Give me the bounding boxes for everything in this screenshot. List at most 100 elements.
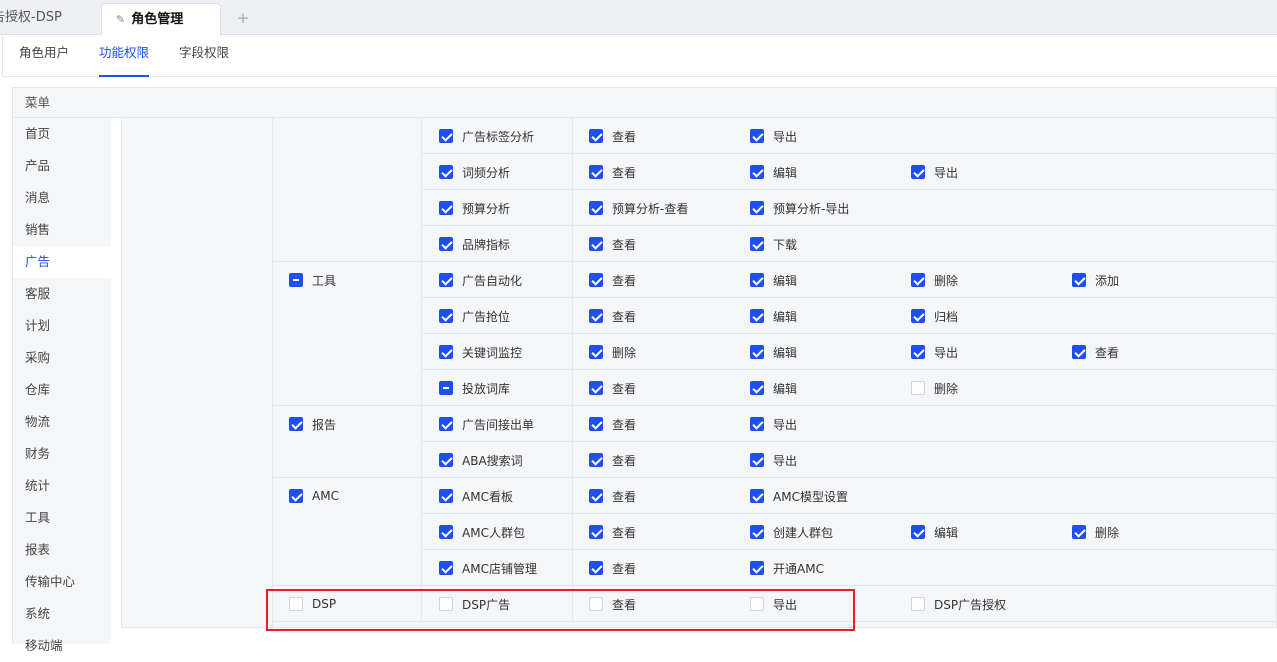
action-checkbox[interactable]: 查看 [589,442,636,478]
checkbox[interactable] [439,381,453,395]
action-checkbox[interactable]: 删除 [911,370,958,406]
tab-function-permissions[interactable]: 功能权限 [99,35,150,77]
sidebar-item[interactable]: 统计 [13,470,111,502]
sidebar-item[interactable]: 系统 [13,598,111,630]
action-checkbox[interactable]: 查看 [589,118,636,154]
page-checkbox[interactable]: 广告抢位 [439,298,510,334]
sidebar-item[interactable]: 移动端 [13,630,111,662]
action-checkbox[interactable]: 编辑 [750,262,797,298]
checkbox[interactable] [750,561,764,575]
action-checkbox[interactable]: 归档 [911,298,958,334]
checkbox[interactable] [750,345,764,359]
page-checkbox[interactable]: 投放词库 [439,370,510,406]
add-tab-button[interactable]: + [233,8,253,28]
sidebar-item[interactable]: 消息 [13,182,111,214]
checkbox[interactable] [439,561,453,575]
page-checkbox[interactable]: AMC看板 [439,478,513,514]
action-checkbox[interactable]: 删除 [1072,514,1119,550]
checkbox[interactable] [1072,273,1086,287]
checkbox[interactable] [589,129,603,143]
checkbox[interactable] [439,309,453,323]
page-checkbox[interactable]: 广告间接出单 [439,406,534,442]
checkbox[interactable] [750,525,764,539]
checkbox[interactable] [750,417,764,431]
action-checkbox[interactable]: 创建人群包 [750,514,833,550]
action-checkbox[interactable]: 查看 [589,154,636,190]
page-checkbox[interactable]: 广告标签分析 [439,118,534,154]
sidebar-item[interactable]: 产品 [13,150,111,182]
sidebar-item[interactable]: 客服 [13,278,111,310]
checkbox[interactable] [439,489,453,503]
checkbox[interactable] [589,561,603,575]
checkbox[interactable] [750,273,764,287]
checkbox[interactable] [589,453,603,467]
checkbox[interactable] [589,345,603,359]
action-checkbox[interactable]: 导出 [750,442,797,478]
module-checkbox[interactable]: 工具 [289,262,336,298]
action-checkbox[interactable]: 下载 [750,226,797,262]
action-checkbox[interactable]: 查看 [589,226,636,262]
checkbox[interactable] [439,273,453,287]
sidebar-item[interactable]: 首页 [13,118,111,150]
checkbox[interactable] [589,381,603,395]
checkbox[interactable] [750,381,764,395]
checkbox[interactable] [750,201,764,215]
checkbox[interactable] [439,525,453,539]
checkbox[interactable] [911,309,925,323]
checkbox[interactable] [439,345,453,359]
action-checkbox[interactable]: 编辑 [750,154,797,190]
action-checkbox[interactable]: DSP广告授权 [911,586,1006,622]
tab-ad-auth-dsp[interactable]: 告授权-DSP [0,0,62,35]
tab-role-users[interactable]: 角色用户 [19,35,69,77]
sidebar-item[interactable]: 广告 [13,246,111,278]
action-checkbox[interactable]: 编辑 [750,334,797,370]
checkbox[interactable] [439,453,453,467]
tab-role-management[interactable]: ✎ 角色管理 [101,3,221,36]
sidebar-item[interactable]: 仓库 [13,374,111,406]
checkbox[interactable] [911,165,925,179]
checkbox[interactable] [911,273,925,287]
checkbox[interactable] [750,165,764,179]
action-checkbox[interactable]: 查看 [589,262,636,298]
action-checkbox[interactable]: 查看 [589,550,636,586]
sidebar-item[interactable]: 财务 [13,438,111,470]
page-checkbox[interactable]: 广告自动化 [439,262,522,298]
page-checkbox[interactable]: 关键词监控 [439,334,522,370]
page-checkbox[interactable]: AMC人群包 [439,514,525,550]
checkbox[interactable] [589,273,603,287]
checkbox[interactable] [911,381,925,395]
sidebar-item[interactable]: 采购 [13,342,111,374]
sidebar-item[interactable]: 计划 [13,310,111,342]
checkbox[interactable] [750,453,764,467]
action-checkbox[interactable]: AMC模型设置 [750,478,848,514]
pin-icon[interactable]: ✎ [116,13,125,26]
checkbox[interactable] [439,201,453,215]
action-checkbox[interactable]: 查看 [1072,334,1119,370]
checkbox[interactable] [289,417,303,431]
sidebar-item[interactable]: 销售 [13,214,111,246]
action-checkbox[interactable]: 导出 [911,154,958,190]
checkbox[interactable] [750,309,764,323]
action-checkbox[interactable]: 删除 [911,262,958,298]
action-checkbox[interactable]: 查看 [589,298,636,334]
page-checkbox[interactable]: AMC店铺管理 [439,550,537,586]
action-checkbox[interactable]: 查看 [589,370,636,406]
checkbox[interactable] [589,165,603,179]
checkbox[interactable] [589,201,603,215]
checkbox[interactable] [439,237,453,251]
module-checkbox[interactable]: AMC [289,478,339,514]
action-checkbox[interactable]: 删除 [589,334,636,370]
checkbox[interactable] [589,417,603,431]
checkbox[interactable] [439,165,453,179]
page-checkbox[interactable]: 品牌指标 [439,226,510,262]
sidebar-item[interactable]: 工具 [13,502,111,534]
sidebar-item[interactable]: 传输中心 [13,566,111,598]
checkbox[interactable] [1072,345,1086,359]
action-checkbox[interactable]: 导出 [911,334,958,370]
checkbox[interactable] [289,489,303,503]
checkbox[interactable] [589,525,603,539]
page-checkbox[interactable]: 词频分析 [439,154,510,190]
action-checkbox[interactable]: 编辑 [911,514,958,550]
checkbox[interactable] [1072,525,1086,539]
checkbox[interactable] [750,489,764,503]
